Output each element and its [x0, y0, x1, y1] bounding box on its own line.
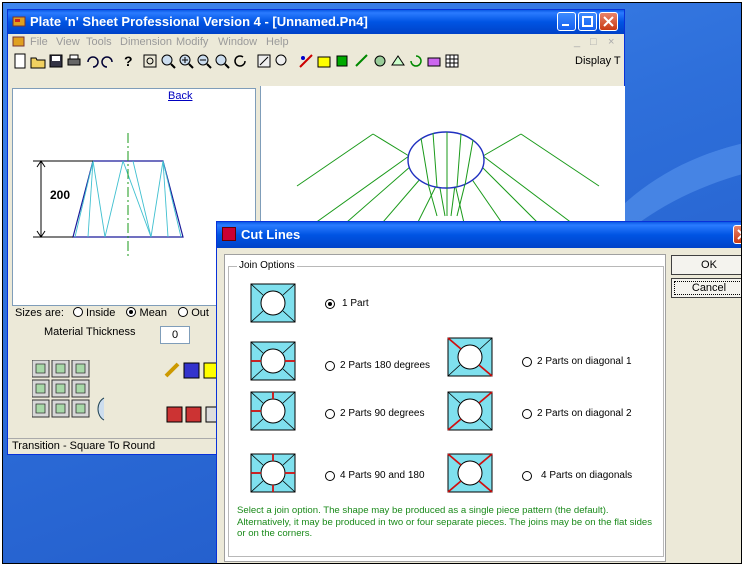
- sizes-outside-label[interactable]: Out: [191, 307, 209, 319]
- material-thickness-label: Material Thickness: [44, 326, 136, 338]
- option-2-parts-180-radio[interactable]: [325, 361, 335, 371]
- export-tool-icon[interactable]: [426, 53, 442, 69]
- sizes-mean-label[interactable]: Mean: [140, 307, 168, 319]
- status-text: Transition - Square To Round: [12, 440, 156, 452]
- nest-tool-icon[interactable]: [390, 53, 406, 69]
- option-2-parts-diagonal-2-radio[interactable]: [522, 409, 532, 419]
- two-parts-180-shape-icon: [250, 341, 296, 381]
- ok-button[interactable]: OK: [671, 255, 741, 275]
- two-parts-diagonal-1-shape-icon: [447, 337, 493, 377]
- menu-bar: File View Tools Dimension Modify Window …: [8, 34, 624, 50]
- menu-help[interactable]: Help: [266, 36, 289, 48]
- undo-icon[interactable]: [84, 53, 100, 69]
- two-parts-90-shape-icon: [250, 391, 296, 431]
- edit-tool-icon[interactable]: [354, 53, 370, 69]
- dialog-titlebar[interactable]: Cut Lines: [217, 222, 741, 248]
- option-2-parts-90-radio[interactable]: [325, 409, 335, 419]
- main-titlebar[interactable]: Plate 'n' Sheet Professional Version 4 -…: [8, 10, 624, 34]
- shape-buttons-grid: [32, 360, 105, 421]
- back-link[interactable]: Back: [168, 90, 192, 102]
- redo-icon[interactable]: [100, 53, 116, 69]
- option-1-part-radio[interactable]: [325, 299, 335, 309]
- four-parts-90-180-shape-icon: [250, 453, 296, 493]
- sizes-inside-radio[interactable]: [72, 307, 83, 317]
- option-2-parts-180-label[interactable]: 2 Parts 180 degrees: [340, 360, 430, 371]
- join-options-panel: Join Options 1 Part 2 Parts 180 degrees …: [224, 254, 666, 562]
- option-4-parts-diagonals-radio[interactable]: [522, 471, 532, 481]
- rotate-tool-icon[interactable]: [408, 53, 424, 69]
- option-4-parts-90-180-label[interactable]: 4 Parts 90 and 180: [340, 470, 425, 481]
- zoom-window-icon[interactable]: [160, 53, 176, 69]
- open-icon[interactable]: [30, 53, 46, 69]
- layout-tool-icon[interactable]: [372, 53, 388, 69]
- main-toolbar: ? Display T: [8, 50, 624, 72]
- menu-file[interactable]: File: [30, 36, 48, 48]
- help-text: Select a join option. The shape may be p…: [237, 505, 653, 539]
- option-2-parts-diagonal-2-label[interactable]: 2 Parts on diagonal 2: [537, 408, 632, 419]
- view-icon[interactable]: [274, 53, 290, 69]
- minimize-button[interactable]: [557, 12, 576, 31]
- sizes-inside-label[interactable]: Inside: [86, 307, 115, 319]
- maximize-button[interactable]: [578, 12, 597, 31]
- refresh-icon[interactable]: [232, 53, 248, 69]
- zoom-out-icon[interactable]: [196, 53, 212, 69]
- material-thickness-input[interactable]: 0: [160, 326, 190, 344]
- two-parts-diagonal-2-shape-icon: [447, 391, 493, 431]
- print-icon[interactable]: [66, 53, 82, 69]
- option-1-part-label[interactable]: 1 Part: [342, 298, 369, 309]
- cut-lines-dialog: Cut Lines Join Options 1 Part 2 Parts 18…: [216, 221, 741, 563]
- screenshot-frame: Plate 'n' Sheet Professional Version 4 -…: [2, 2, 742, 564]
- dialog-title: Cut Lines: [241, 227, 301, 242]
- menu-window[interactable]: Window: [218, 36, 257, 48]
- option-2-parts-90-label[interactable]: 2 Parts 90 degrees: [340, 408, 425, 419]
- one-part-shape-icon: [250, 283, 296, 323]
- menu-modify[interactable]: Modify: [176, 36, 208, 48]
- doc-icon: [12, 36, 25, 47]
- zoom-in-icon[interactable]: [178, 53, 194, 69]
- sizes-row: Sizes are: Inside Mean Out: [15, 306, 209, 319]
- option-2-parts-diagonal-1-label[interactable]: 2 Parts on diagonal 1: [537, 356, 632, 367]
- option-4-parts-90-180-radio[interactable]: [325, 471, 335, 481]
- section-tool-icon[interactable]: [334, 53, 350, 69]
- menu-tools[interactable]: Tools: [86, 36, 112, 48]
- sizes-outside-radio[interactable]: [178, 307, 189, 317]
- dimension-label: 200: [50, 188, 71, 202]
- pan-icon[interactable]: [256, 53, 272, 69]
- dialog-close-button[interactable]: [733, 225, 741, 244]
- svg-text:?: ?: [124, 53, 133, 69]
- join-options-label: Join Options: [237, 260, 297, 271]
- window-title: Plate 'n' Sheet Professional Version 4 -…: [30, 14, 368, 29]
- cancel-button[interactable]: Cancel: [671, 278, 741, 298]
- save-icon[interactable]: [48, 53, 64, 69]
- sizes-label: Sizes are:: [15, 307, 64, 319]
- display-toolbar-label[interactable]: Display T: [575, 55, 621, 67]
- menu-view[interactable]: View: [56, 36, 80, 48]
- draw-tool-icon[interactable]: [298, 53, 314, 69]
- mdi-close-icon[interactable]: ×: [608, 36, 614, 48]
- new-icon[interactable]: [12, 53, 28, 69]
- menu-dimension[interactable]: Dimension: [120, 36, 172, 48]
- shape-tool-icon[interactable]: [316, 53, 332, 69]
- zoom-fit-icon[interactable]: [142, 53, 158, 69]
- dialog-app-icon: [222, 227, 236, 241]
- help-icon[interactable]: ?: [120, 53, 136, 69]
- four-parts-diagonals-shape-icon: [447, 453, 493, 493]
- zoom-previous-icon[interactable]: [214, 53, 230, 69]
- option-2-parts-diagonal-1-radio[interactable]: [522, 357, 532, 367]
- close-button[interactable]: [599, 12, 618, 31]
- option-4-parts-diagonals-label[interactable]: 4 Parts on diagonals: [541, 470, 632, 481]
- app-icon: [12, 16, 26, 27]
- sizes-mean-radio[interactable]: [126, 307, 137, 317]
- mdi-restore-icon[interactable]: □: [590, 36, 597, 48]
- table-tool-icon[interactable]: [444, 53, 460, 69]
- mdi-minimize-icon[interactable]: _: [574, 36, 580, 48]
